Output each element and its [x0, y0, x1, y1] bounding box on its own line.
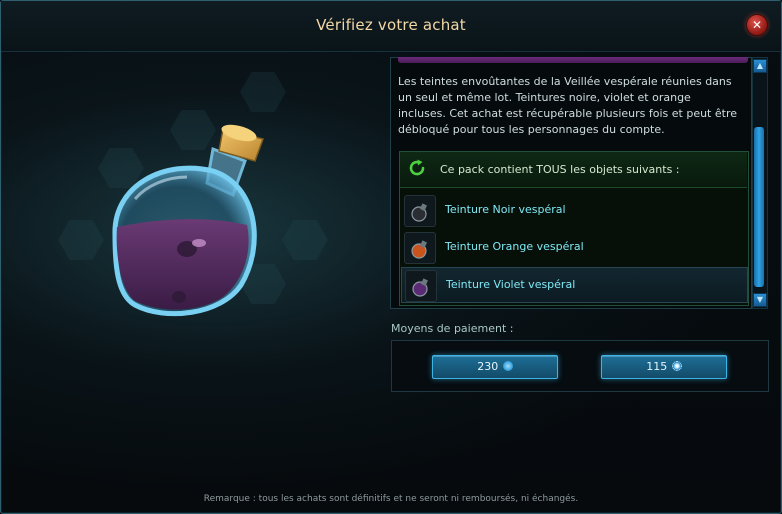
potion-preview-image	[112, 124, 264, 317]
pack-item-row-selected[interactable]: Teinture Violet vespéral	[401, 267, 748, 303]
scrollbar-thumb[interactable]	[754, 127, 764, 287]
scroll-up-icon[interactable]: ▲	[753, 59, 767, 73]
item-description: Les teintes envoûtantes de la Veillée ve…	[398, 75, 737, 136]
close-icon[interactable]: ✕	[746, 14, 768, 36]
dye-bottle-icon	[404, 195, 436, 227]
description-header-bar	[398, 57, 748, 63]
dye-bottle-icon	[405, 270, 437, 302]
scroll-down-icon[interactable]: ▼	[753, 293, 767, 307]
dialog-title: Vérifiez votre achat	[316, 16, 466, 34]
pay-premium-button[interactable]: 230	[432, 355, 558, 379]
pack-header-text: Ce pack contient TOUS les objets suivant…	[440, 163, 680, 176]
pack-item-label: Teinture Noir vespéral	[445, 203, 566, 216]
remark-text: Remarque : tous les achats sont définiti…	[203, 494, 579, 504]
payment-label: Moyens de paiement :	[391, 322, 514, 335]
pack-item-row[interactable]: Teinture Orange vespéral	[401, 230, 746, 264]
dye-bottle-icon	[404, 232, 436, 264]
omnibit-currency-icon	[671, 361, 682, 371]
price-amount: 230	[477, 360, 499, 373]
pack-item-label: Teinture Violet vespéral	[446, 278, 576, 291]
pack-item-label: Teinture Orange vespéral	[445, 240, 584, 253]
pack-item-row[interactable]: Teinture Noir vespéral	[401, 193, 746, 227]
pay-omnibit-button[interactable]: 115	[601, 355, 727, 379]
premium-currency-icon	[502, 361, 513, 371]
refresh-icon	[409, 159, 425, 176]
price-amount: 115	[646, 360, 668, 373]
